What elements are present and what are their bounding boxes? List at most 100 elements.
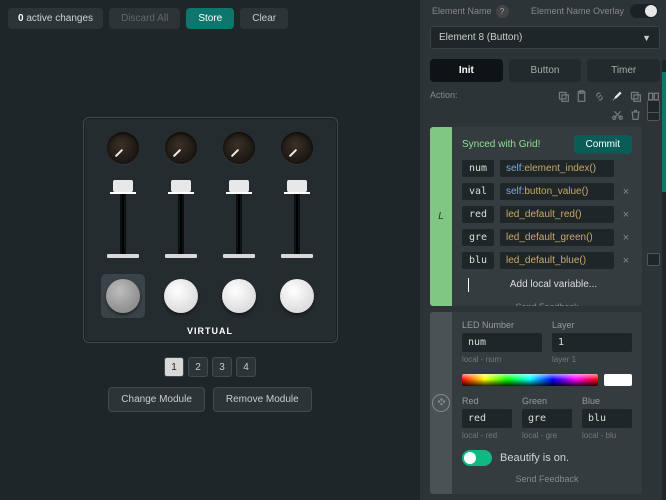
change-module-button[interactable]: Change Module xyxy=(108,387,205,412)
element-select[interactable]: Element 8 (Button) ▼ xyxy=(430,26,660,49)
commit-button[interactable]: Commit xyxy=(574,135,632,154)
blue-input[interactable]: blu xyxy=(582,409,632,428)
page-1-button[interactable]: 1 xyxy=(164,357,184,377)
brush-icon[interactable] xyxy=(611,90,624,103)
pad-3[interactable] xyxy=(217,274,261,318)
store-button[interactable]: Store xyxy=(186,8,234,29)
blue-label: Blue xyxy=(582,396,632,406)
var-name[interactable]: val xyxy=(462,183,494,200)
copy-icon[interactable] xyxy=(557,90,570,103)
knob-1[interactable] xyxy=(107,132,139,164)
fader-2[interactable] xyxy=(166,180,196,258)
topbar: 0 active changes Discard All Store Clear xyxy=(0,0,420,29)
scrollbar-thumb[interactable] xyxy=(662,72,666,192)
locals-card-handle[interactable]: L xyxy=(430,127,452,306)
layer-sub: layer 1 xyxy=(552,355,632,364)
card-checkbox-2[interactable] xyxy=(647,253,660,266)
chevron-down-icon: ▼ xyxy=(642,33,651,43)
text-cursor xyxy=(468,278,469,292)
led-number-input[interactable]: num xyxy=(462,333,542,352)
var-row-red: red led_default_red() × xyxy=(462,206,632,223)
knob-4[interactable] xyxy=(281,132,313,164)
beautify-label: Beautify is on. xyxy=(500,452,569,464)
virtual-module: VIRTUAL xyxy=(83,117,338,343)
tab-button[interactable]: Button xyxy=(509,59,582,82)
var-code[interactable]: led_default_blue() xyxy=(500,252,614,269)
var-name[interactable]: blu xyxy=(462,252,494,269)
pad-2[interactable] xyxy=(159,274,203,318)
page-3-button[interactable]: 3 xyxy=(212,357,232,377)
element-name-label: Element Name? xyxy=(432,5,509,18)
button-row xyxy=(94,274,327,318)
overlay-label: Element Name Overlay xyxy=(531,6,624,16)
var-row-blu: blu led_default_blue() × xyxy=(462,252,632,269)
locals-card: L Synced with Grid! Commit num self:elem… xyxy=(430,127,642,306)
overlay-toggle[interactable] xyxy=(630,4,658,18)
cut-icon[interactable] xyxy=(611,108,624,121)
remove-module-button[interactable]: Remove Module xyxy=(213,387,312,412)
var-code[interactable]: led_default_green() xyxy=(500,229,614,246)
copy2-icon[interactable] xyxy=(629,90,642,103)
active-changes-badge: 0 active changes xyxy=(8,8,103,29)
module-label: VIRTUAL xyxy=(94,326,327,336)
card-checkbox-1[interactable] xyxy=(647,100,660,113)
spectrum[interactable] xyxy=(462,374,598,386)
close-icon[interactable]: × xyxy=(620,255,632,267)
var-name[interactable]: num xyxy=(462,160,494,177)
led-number-label: LED Number xyxy=(462,320,542,330)
beautify-toggle[interactable] xyxy=(462,450,492,466)
fader-3[interactable] xyxy=(224,180,254,258)
led-number-sub: local - num xyxy=(462,355,542,364)
paste-icon[interactable] xyxy=(575,90,588,103)
tab-init[interactable]: Init xyxy=(430,59,503,82)
var-row-gre: gre led_default_green() × xyxy=(462,229,632,246)
knob-row xyxy=(94,132,327,164)
layer-label: Layer xyxy=(552,320,632,330)
pad-1-selected[interactable] xyxy=(101,274,145,318)
add-variable-button[interactable]: Add local variable... xyxy=(475,275,632,294)
led-card: LED Number num local - num Layer 1 layer… xyxy=(430,312,642,494)
action-toolbar xyxy=(540,90,660,121)
palette-icon xyxy=(432,394,450,412)
blue-sub: local - blu xyxy=(582,431,632,440)
knob-2[interactable] xyxy=(165,132,197,164)
var-code[interactable]: self:element_index() xyxy=(500,160,614,177)
fader-row xyxy=(94,180,327,258)
layer-input[interactable]: 1 xyxy=(552,333,632,352)
red-input[interactable]: red xyxy=(462,409,512,428)
led-card-handle[interactable] xyxy=(430,312,452,494)
var-code[interactable]: led_default_red() xyxy=(500,206,614,223)
close-icon[interactable]: × xyxy=(620,186,632,198)
send-feedback-link[interactable]: Send Feedback xyxy=(462,300,632,306)
page-2-button[interactable]: 2 xyxy=(188,357,208,377)
color-picker[interactable] xyxy=(462,374,632,386)
var-row-val: val self:button_value() × xyxy=(462,183,632,200)
var-code[interactable]: self:button_value() xyxy=(500,183,614,200)
green-input[interactable]: gre xyxy=(522,409,572,428)
fader-1[interactable] xyxy=(108,180,138,258)
color-swatch[interactable] xyxy=(604,374,632,386)
trash-icon[interactable] xyxy=(629,108,642,121)
pad-4[interactable] xyxy=(275,274,319,318)
send-feedback-link-2[interactable]: Send Feedback xyxy=(462,472,632,486)
close-icon[interactable]: × xyxy=(620,209,632,221)
green-sub: local - gre xyxy=(522,431,572,440)
discard-all-button[interactable]: Discard All xyxy=(109,8,180,29)
close-icon[interactable]: × xyxy=(620,232,632,244)
var-row-num: num self:element_index() xyxy=(462,160,632,177)
link-icon[interactable] xyxy=(593,90,606,103)
var-name[interactable]: gre xyxy=(462,229,494,246)
red-sub: local - red xyxy=(462,431,512,440)
knob-3[interactable] xyxy=(223,132,255,164)
help-icon[interactable]: ? xyxy=(496,5,509,18)
var-name[interactable]: red xyxy=(462,206,494,223)
clear-button[interactable]: Clear xyxy=(240,8,288,29)
synced-label: Synced with Grid! xyxy=(462,139,540,150)
page-4-button[interactable]: 4 xyxy=(236,357,256,377)
event-tabs: Init Button Timer xyxy=(430,59,660,82)
fader-4[interactable] xyxy=(282,180,312,258)
tab-timer[interactable]: Timer xyxy=(587,59,660,82)
action-label: Action: xyxy=(430,90,458,100)
red-label: Red xyxy=(462,396,512,406)
green-label: Green xyxy=(522,396,572,406)
